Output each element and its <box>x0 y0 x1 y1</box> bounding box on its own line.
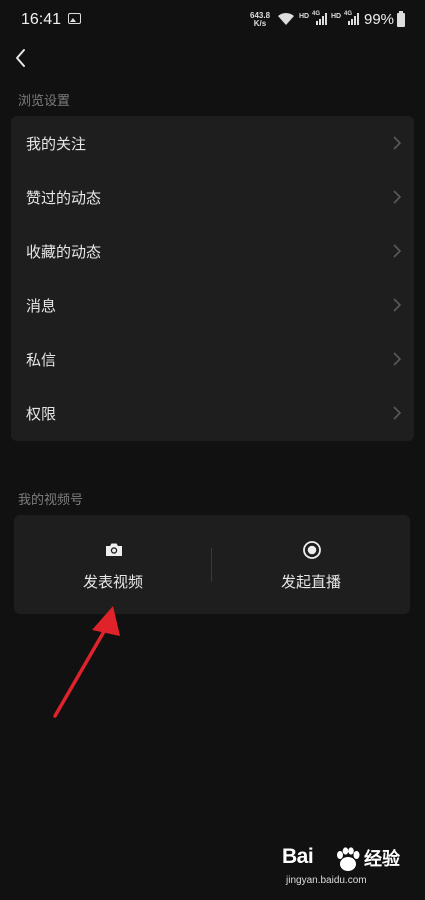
chevron-right-icon <box>393 190 402 204</box>
list-item-messages[interactable]: 消息 <box>11 278 414 332</box>
start-live-label: 发起直播 <box>280 573 341 591</box>
list-item-saved-posts[interactable]: 收藏的动态 <box>11 224 414 278</box>
list-item-private-messages[interactable]: 私信 <box>11 332 414 386</box>
chevron-right-icon <box>393 298 402 312</box>
baidu-paw-icon <box>337 847 360 871</box>
status-bar: 16:41 643.8 K/s HD 4G HD 4G 99% <box>0 0 425 40</box>
start-live-button[interactable]: 发起直播 <box>212 515 410 614</box>
chevron-right-icon <box>393 244 402 258</box>
battery-icon <box>397 11 405 27</box>
my-channel-title: 我的视频号 <box>18 493 84 508</box>
list-item-permissions[interactable]: 权限 <box>11 386 414 440</box>
signal-icon-2 <box>348 13 359 25</box>
network-speed-unit: K/s <box>253 19 267 28</box>
live-record-icon <box>303 541 321 559</box>
jingyan-text: 经验 <box>364 849 400 870</box>
back-arrow-icon[interactable] <box>10 46 34 70</box>
list-item-label: 我的关注 <box>26 135 87 153</box>
list-item-label: 消息 <box>26 297 57 315</box>
screen: 16:41 643.8 K/s HD 4G HD 4G 99% 浏览设置 我的关… <box>0 0 425 900</box>
list-item-label: 赞过的动态 <box>26 189 102 207</box>
hd-label-1: HD <box>299 13 310 20</box>
list-item-label: 收藏的动态 <box>26 243 102 261</box>
watermark-url: jingyan.baidu.com <box>286 875 367 886</box>
baidu-jingyan-watermark: Bai 经验 jingyan.baidu.com <box>280 845 410 895</box>
camera-icon <box>106 543 122 556</box>
list-item-following[interactable]: 我的关注 <box>11 116 414 170</box>
chevron-right-icon <box>393 406 402 420</box>
chevron-right-icon <box>393 136 402 150</box>
list-item-label: 权限 <box>26 405 57 423</box>
baidu-logo-text: Bai <box>282 845 314 868</box>
network-speed: 643.8 K/s <box>250 12 270 28</box>
list-item-liked-posts[interactable]: 赞过的动态 <box>11 170 414 224</box>
hd-label-2: HD <box>331 13 342 20</box>
status-time: 16:41 <box>21 11 62 28</box>
wifi-icon <box>278 12 294 25</box>
signal-icon-1 <box>316 13 327 25</box>
list-item-label: 私信 <box>26 351 57 369</box>
publish-video-label: 发表视频 <box>82 573 143 591</box>
battery-percent: 99% <box>364 11 395 28</box>
gallery-notification-icon <box>68 13 81 24</box>
red-annotation-arrow <box>53 606 120 718</box>
chevron-right-icon <box>393 352 402 366</box>
browse-settings-title: 浏览设置 <box>18 94 71 109</box>
browse-settings-list: 我的关注 赞过的动态 收藏的动态 消息 私信 权限 <box>11 116 414 441</box>
